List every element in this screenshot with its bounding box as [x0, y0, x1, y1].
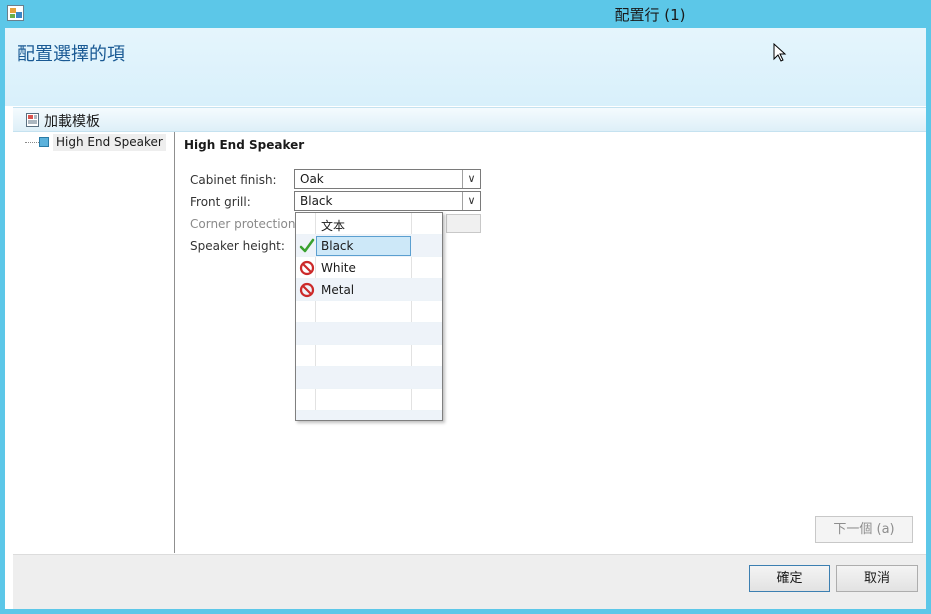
cancel-button[interactable]: 取消 [836, 565, 918, 592]
bottom-bar: 確定 取消 [13, 554, 926, 609]
content-pane: High End Speaker Cabinet finish: Oak ∨ F… [176, 132, 921, 553]
dropdown-option-white[interactable]: White [296, 257, 442, 279]
tree-pane: High End Speaker [13, 132, 175, 553]
dropdown-empty-row [296, 345, 442, 367]
front-grill-label: Front grill: [190, 195, 251, 209]
corner-protection-label: Corner protection: [190, 217, 300, 231]
dialog-window: 配置選擇的項 加載模板 High End Speaker High End Sp… [5, 28, 926, 609]
check-icon [299, 238, 315, 253]
dropdown-empty-row [296, 389, 442, 411]
dropdown-option-label: White [321, 261, 356, 275]
toolbar: 加載模板 [13, 107, 926, 132]
dropdown-empty-row [296, 323, 442, 345]
tree-connector [25, 142, 39, 143]
mouse-cursor-icon [773, 43, 787, 62]
dropdown-option-label: Metal [321, 283, 355, 297]
template-icon [26, 113, 39, 127]
dropdown-option-metal[interactable]: Metal [296, 279, 442, 301]
corner-protection-field [446, 214, 481, 233]
dropdown-header-row: 文本 [296, 213, 442, 235]
tree-node-icon [39, 137, 49, 147]
chevron-down-icon[interactable]: ∨ [462, 192, 480, 210]
blocked-icon [299, 260, 315, 276]
dropdown-empty-row [296, 411, 442, 420]
dropdown-header-label: 文本 [321, 219, 346, 233]
cabinet-finish-combobox[interactable]: Oak ∨ [294, 169, 481, 189]
dropdown-option-label: Black [321, 239, 354, 253]
dropdown-option-black[interactable]: Black [296, 235, 442, 257]
speaker-height-label: Speaker height: [190, 239, 285, 253]
section-title: High End Speaker [184, 138, 305, 152]
window-title: 配置行 (1) [614, 6, 686, 24]
tree-node-high-end-speaker[interactable]: High End Speaker [53, 134, 166, 151]
dropdown-empty-row [296, 301, 442, 323]
ok-button[interactable]: 確定 [749, 565, 830, 592]
blocked-icon [299, 282, 315, 298]
chevron-down-icon[interactable]: ∨ [462, 170, 480, 188]
cabinet-finish-value: Oak [300, 172, 324, 186]
front-grill-dropdown-list: 文本 Black White Metal [295, 212, 443, 421]
title-bar: 配置行 (1) [0, 0, 931, 28]
page-title: 配置選擇的項 [17, 44, 125, 65]
front-grill-combobox[interactable]: Black ∨ [294, 191, 481, 211]
load-template-button[interactable]: 加載模板 [44, 111, 100, 131]
header-area: 配置選擇的項 [5, 28, 926, 106]
app-icon [7, 5, 24, 21]
front-grill-value: Black [300, 194, 333, 208]
next-button[interactable]: 下一個 (a) [815, 516, 913, 543]
dropdown-empty-row [296, 367, 442, 389]
cabinet-finish-label: Cabinet finish: [190, 173, 277, 187]
